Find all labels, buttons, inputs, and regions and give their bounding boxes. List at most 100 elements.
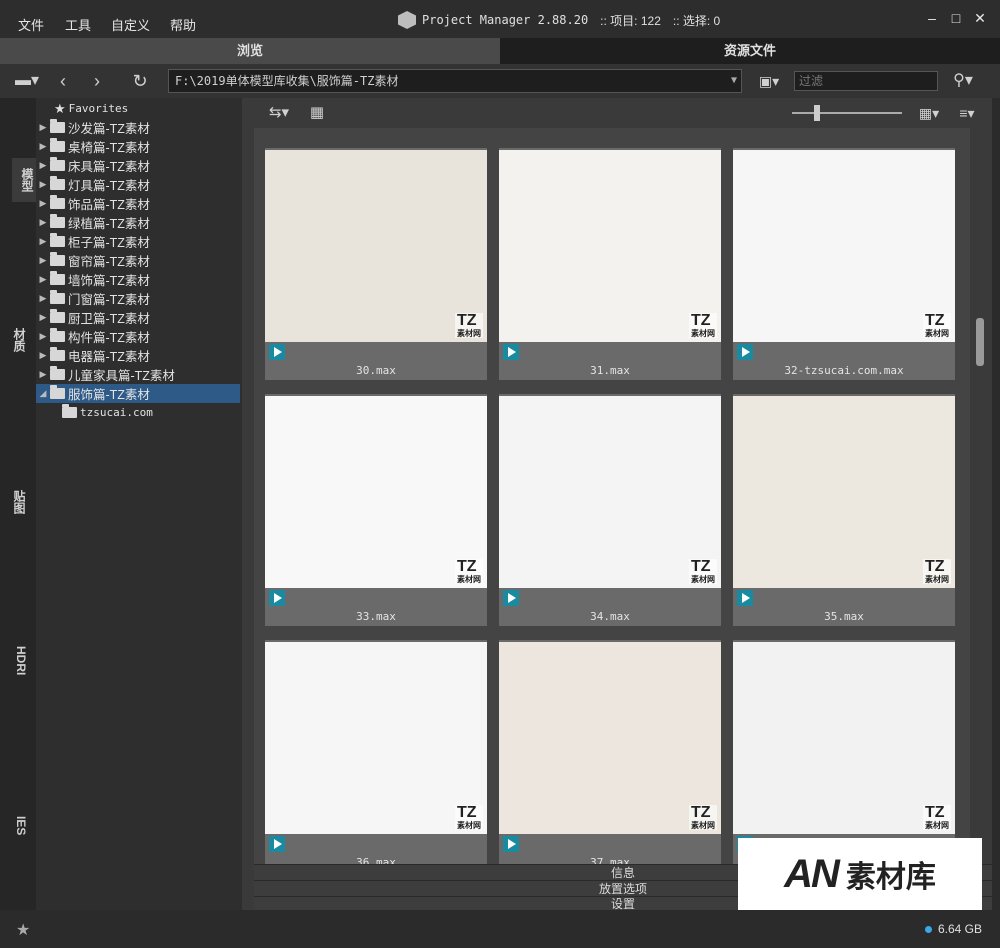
3dsmax-file-icon (503, 836, 519, 852)
asset-card[interactable]: TZ 素材网 34.max (499, 394, 721, 626)
collapsed-arrow-icon[interactable]: ▶ (36, 350, 50, 361)
vtab-textures[interactable]: 贴图 (10, 490, 28, 514)
disk-usage: 6.64 GB (924, 922, 982, 936)
vtab-hdri[interactable]: HDRI (10, 646, 28, 675)
collapsed-arrow-icon[interactable]: ▶ (36, 122, 50, 133)
tree-item[interactable]: ▶ 床具篇-TZ素材 (36, 156, 240, 175)
tree-favorites[interactable]: ★ Favorites (36, 99, 240, 118)
minimize-button[interactable]: – (924, 10, 940, 26)
asset-card[interactable]: TZ 素材网 37.max (499, 640, 721, 864)
collapsed-arrow-icon[interactable]: ▶ (36, 331, 50, 342)
asset-thumbnail[interactable]: TZ 素材网 (733, 642, 955, 834)
menu-file[interactable]: 文件 (18, 15, 44, 34)
tree-item[interactable]: ▶ 门窗篇-TZ素材 (36, 289, 240, 308)
sort-icon[interactable]: ≡▾ (952, 102, 982, 124)
folder-icon[interactable]: ▬▾ (14, 70, 40, 92)
asset-card[interactable]: TZ 素材网 31.max (499, 148, 721, 380)
scrollbar[interactable] (970, 128, 992, 864)
asset-filename: 34.max (590, 610, 630, 623)
tree-item[interactable]: ▶ 墙饰篇-TZ素材 (36, 270, 240, 289)
panel-splitter[interactable] (242, 98, 254, 910)
asset-card[interactable]: TZ 素材网 30.max (265, 148, 487, 380)
favorite-star-icon[interactable]: ★ (16, 920, 30, 940)
filter-input[interactable]: 过滤 (794, 71, 938, 91)
maximize-button[interactable]: □ (948, 10, 964, 26)
tz-watermark: TZ 素材网 (689, 558, 717, 584)
main-tabs: 浏览 资源文件 (0, 38, 1000, 64)
collapsed-arrow-icon[interactable]: ▶ (36, 141, 50, 152)
tree-item[interactable]: ▶ 窗帘篇-TZ素材 (36, 251, 240, 270)
tree-item[interactable]: ▶ 构件篇-TZ素材 (36, 327, 240, 346)
item-count: :: 项目: 122 (600, 13, 661, 28)
folder-icon (62, 404, 77, 418)
thumbnail-size-slider[interactable] (792, 112, 902, 114)
collapsed-arrow-icon[interactable]: ▶ (36, 293, 50, 304)
tab-browse[interactable]: 浏览 (0, 38, 500, 64)
logo-an: AN (784, 851, 840, 896)
vtab-ies[interactable]: IES (10, 816, 28, 835)
tree-item[interactable]: ▶ 柜子篇-TZ素材 (36, 232, 240, 251)
tab-assets[interactable]: 资源文件 (500, 38, 1000, 64)
tree-item[interactable]: ▶ 儿童家具篇-TZ素材 (36, 365, 240, 384)
content-toolbar: ⇆▾ ▦ ▦▾ ≡▾ (254, 98, 992, 128)
asset-card[interactable]: TZ 素材网 36.max (265, 640, 487, 864)
tree-item[interactable]: ▶ 桌椅篇-TZ素材 (36, 137, 240, 156)
tree-item[interactable]: ▶ 沙发篇-TZ素材 (36, 118, 240, 137)
vtab-materials[interactable]: 材质 (10, 328, 28, 352)
path-text: F:\2019单体模型库收集\服饰篇-TZ素材 (175, 74, 399, 88)
slider-handle[interactable] (814, 105, 820, 121)
refresh-icon[interactable]: ↻ (128, 70, 152, 92)
menu-customize[interactable]: 自定义 (111, 15, 150, 34)
close-button[interactable]: ✕ (972, 10, 988, 26)
tree-item-child[interactable]: tzsucai.com (36, 403, 240, 422)
scrollbar-thumb[interactable] (976, 318, 984, 366)
folder-icon (50, 233, 65, 247)
collapsed-arrow-icon[interactable]: ▶ (36, 160, 50, 171)
expanded-arrow-icon[interactable]: ◢ (36, 388, 50, 399)
tree-item[interactable]: ▶ 饰品篇-TZ素材 (36, 194, 240, 213)
watermark-logo: AN 素材库 (738, 838, 982, 910)
forward-icon[interactable]: › (86, 70, 108, 92)
menu-help[interactable]: 帮助 (170, 15, 196, 34)
collapsed-arrow-icon[interactable]: ▶ (36, 255, 50, 266)
back-icon[interactable]: ‹ (52, 70, 74, 92)
collapsed-arrow-icon[interactable]: ▶ (36, 369, 50, 380)
asset-card[interactable]: TZ 素材网 33.max (265, 394, 487, 626)
search-icon[interactable]: ⚲▾ (946, 70, 980, 92)
chevron-down-icon[interactable]: ▼ (731, 70, 737, 92)
asset-card[interactable]: TZ 素材网 35.max (733, 394, 955, 626)
asset-thumbnail[interactable]: TZ 素材网 (265, 150, 487, 342)
collapsed-arrow-icon[interactable]: ▶ (36, 217, 50, 228)
package-icon[interactable]: ▦ (306, 102, 328, 124)
menu-tools[interactable]: 工具 (65, 15, 91, 34)
sync-icon[interactable]: ⇆▾ (262, 102, 296, 124)
asset-thumbnail[interactable]: TZ 素材网 (733, 396, 955, 588)
tree-item[interactable]: ▶ 厨卫篇-TZ素材 (36, 308, 240, 327)
asset-thumbnail[interactable]: TZ 素材网 (733, 150, 955, 342)
collapsed-arrow-icon[interactable]: ▶ (36, 236, 50, 247)
collapsed-arrow-icon[interactable]: ▶ (36, 198, 50, 209)
vtab-models[interactable]: 模型 (12, 158, 36, 202)
asset-thumbnail[interactable]: TZ 素材网 (499, 150, 721, 342)
collapsed-arrow-icon[interactable]: ▶ (36, 312, 50, 323)
tree-item[interactable]: ▶ 灯具篇-TZ素材 (36, 175, 240, 194)
grid-view-icon[interactable]: ▦▾ (914, 102, 944, 124)
view-options-icon[interactable]: ▣▾ (754, 70, 784, 92)
asset-thumbnail[interactable]: TZ 素材网 (265, 642, 487, 834)
tree-item[interactable]: ▶ 电器篇-TZ素材 (36, 346, 240, 365)
folder-icon (50, 290, 65, 304)
asset-thumbnail[interactable]: TZ 素材网 (265, 396, 487, 588)
collapsed-arrow-icon[interactable]: ▶ (36, 274, 50, 285)
app-name: Project Manager 2.88.20 (422, 13, 589, 27)
tree-item-selected[interactable]: ◢ 服饰篇-TZ素材 (36, 384, 240, 403)
logo-text: 素材库 (845, 861, 936, 894)
asset-card[interactable]: TZ 素材网 32-tzsucai.com.max (733, 148, 955, 380)
path-input[interactable]: F:\2019单体模型库收集\服饰篇-TZ素材 ▼ (168, 69, 742, 93)
tree-item-label: 饰品篇-TZ素材 (68, 198, 150, 212)
tree-item-label: tzsucai.com (80, 406, 153, 419)
tree-item[interactable]: ▶ 绿植篇-TZ素材 (36, 213, 240, 232)
collapsed-arrow-icon[interactable]: ▶ (36, 179, 50, 190)
asset-thumbnail[interactable]: TZ 素材网 (499, 642, 721, 834)
asset-thumbnail[interactable]: TZ 素材网 (499, 396, 721, 588)
asset-card[interactable]: TZ 素材网 (733, 640, 955, 864)
